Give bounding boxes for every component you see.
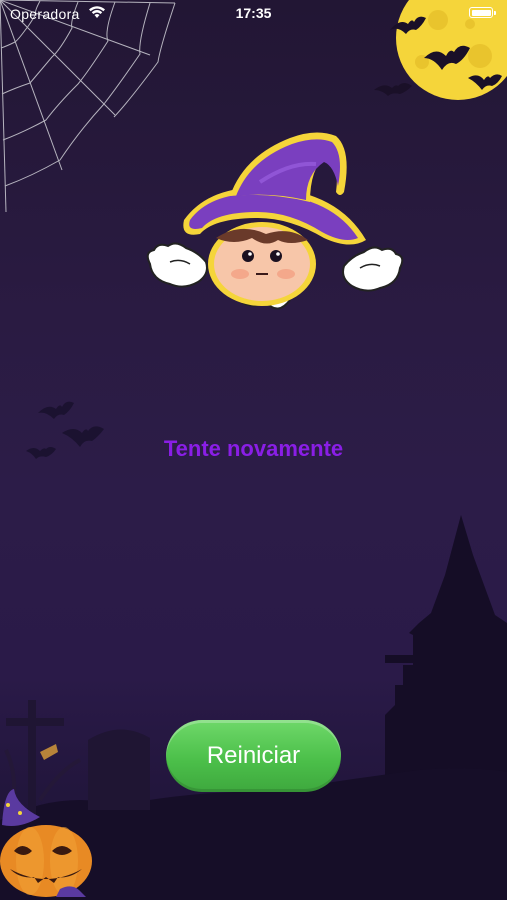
left-glove-icon xyxy=(146,242,208,288)
battery-icon xyxy=(469,7,496,18)
game-over-screen: Operadora 17:35 Tente novamente Reinicia… xyxy=(0,0,507,900)
restart-button[interactable]: Reiniciar xyxy=(166,720,341,792)
try-again-message: Tente novamente xyxy=(163,436,344,461)
witch-character xyxy=(146,132,404,310)
right-glove-icon xyxy=(342,246,404,292)
status-bar: Operadora 17:35 xyxy=(0,0,507,28)
clock: 17:35 xyxy=(235,5,272,21)
jack-o-lantern xyxy=(0,789,92,897)
